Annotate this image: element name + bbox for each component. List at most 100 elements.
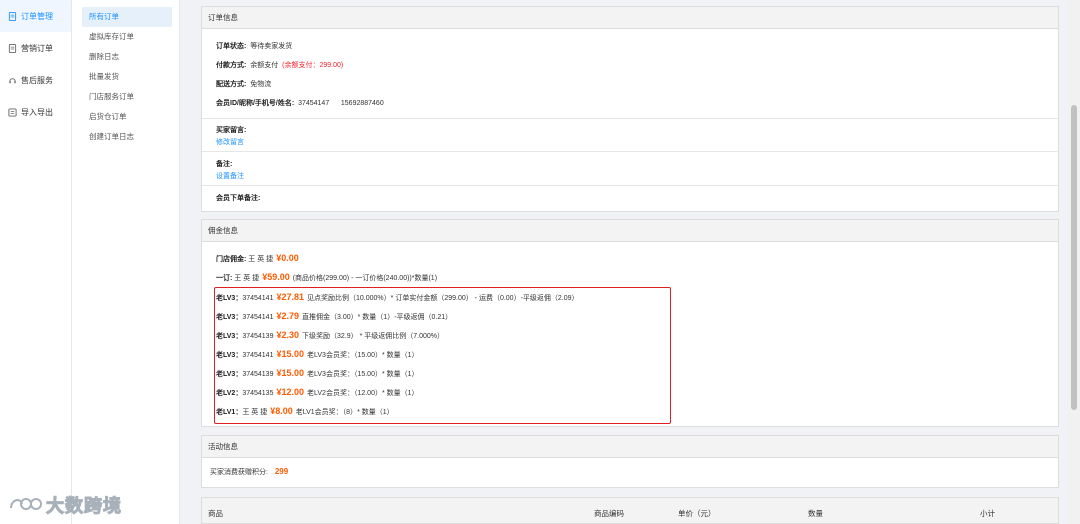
order-status-row: 订单状态: 等待卖家发货 xyxy=(216,41,292,51)
store-commission-name: 王 英 捷 xyxy=(248,256,274,263)
scrollbar[interactable] xyxy=(1068,0,1080,524)
level1-amount: ¥59.00 xyxy=(262,272,290,282)
buyer-message-label: 买家留言: xyxy=(216,127,247,134)
remark-row: 备注: xyxy=(216,159,232,169)
remark-link-row: 设置备注 xyxy=(216,171,244,181)
commission-row: 老LV2： 37454135 ¥12.00 老LV2会员奖：（12.00）* 数… xyxy=(216,387,419,398)
member-phone: 15692887460 xyxy=(340,100,384,107)
member-id: 37454147 xyxy=(298,100,330,107)
payment-row: 付款方式: 余额支付 (余额支付：299.00) xyxy=(216,60,343,70)
sidebar-item-label: 售后服务 xyxy=(21,75,53,85)
divider xyxy=(202,118,1058,119)
commission-row-amount: ¥15.00 xyxy=(276,368,305,378)
commission-row-id: 37454139 xyxy=(242,333,274,340)
commission-row-desc: 老LV2会员奖：（12.00）* 数量（1） xyxy=(307,390,419,397)
commission-row-id: 37454139 xyxy=(242,371,274,378)
watermark-logo-icon xyxy=(10,498,42,510)
subnav-item-store-service[interactable]: 门店服务订单 xyxy=(82,87,172,107)
sidebar-item-label: 导入导出 xyxy=(21,107,53,117)
commission-row-id: 王 英 捷 xyxy=(242,409,268,416)
points-label: 买家消费获赠积分: xyxy=(210,469,268,476)
commission-row-label: 老LV1： xyxy=(216,409,243,416)
set-remark-link[interactable]: 设置备注 xyxy=(216,171,244,181)
order-status-label: 订单状态: xyxy=(216,43,247,50)
watermark: 大数跨境 xyxy=(8,492,122,518)
col-sku: 商品编码 xyxy=(594,509,624,518)
activity-title: 活动信息 xyxy=(202,436,1058,458)
store-commission-row: 门店佣金: 王 英 捷 ¥0.00 xyxy=(216,253,302,264)
level1-desc: (商品价格(299.00) - 一订价格(240.00))*数量(1) xyxy=(292,275,438,282)
commission-row-label: 老LV3： xyxy=(216,333,243,340)
activity-panel: 活动信息 买家消费获赠积分: 299 xyxy=(201,435,1059,488)
subnav-item-virtual-stock[interactable]: 虚拟库存订单 xyxy=(82,27,172,47)
sidebar-item-label: 订单管理 xyxy=(21,11,53,21)
commission-row-label: 老LV3： xyxy=(216,352,243,359)
store-commission-label: 门店佣金: xyxy=(216,256,247,263)
watermark-text: 大数跨境 xyxy=(46,496,122,517)
commission-row-label: 老LV3： xyxy=(216,295,243,302)
payment-value: 余额支付 xyxy=(250,62,279,69)
commission-row-label: 老LV3： xyxy=(216,314,243,321)
commission-row-desc: 见点奖励比例（10.000%）* 订单实付金额（299.00） - 运费（0.0… xyxy=(307,295,579,302)
subnav-item-all-orders[interactable]: 所有订单 xyxy=(82,7,172,27)
member-label: 会员ID/昵称/手机号/姓名: xyxy=(216,100,295,107)
subnav-item-create-log[interactable]: 创建订单日志 xyxy=(82,127,172,147)
order-status-value: 等待卖家发货 xyxy=(250,43,293,50)
doc-list-icon xyxy=(8,43,17,53)
col-quantity: 数量 xyxy=(808,509,823,518)
scroll-thumb[interactable] xyxy=(1071,105,1077,410)
commission-row: 老LV3： 37454139 ¥15.00 老LV3会员奖：（15.00）* 数… xyxy=(216,368,419,379)
remark-label: 备注: xyxy=(216,161,233,168)
commission-row: 老LV3： 37454141 ¥15.00 老LV3会员奖：（15.00）* 数… xyxy=(216,349,419,360)
buyer-message-row: 买家留言: xyxy=(216,125,246,135)
commission-row-amount: ¥15.00 xyxy=(276,349,305,359)
divider xyxy=(202,185,1058,186)
buyer-message-link-row: 修改留言 xyxy=(216,137,244,147)
shipping-value: 免物流 xyxy=(250,81,272,88)
sidebar-item-order-management[interactable]: 订单管理 xyxy=(0,0,71,32)
main-content: 订单信息 订单状态: 等待卖家发货 付款方式: 余额支付 (余额支付：299.0… xyxy=(193,0,1067,524)
commission-row-amount: ¥2.30 xyxy=(276,330,300,340)
commission-row-label: 老LV2： xyxy=(216,390,243,397)
order-info-title: 订单信息 xyxy=(202,7,1058,29)
commission-row-id: 37454141 xyxy=(242,295,274,302)
commission-panel: 佣金信息 门店佣金: 王 英 捷 ¥0.00 一订: 王 英 捷 ¥59.00 … xyxy=(201,219,1059,427)
member-row: 会员ID/昵称/手机号/姓名: 37454147 15692887460 xyxy=(216,98,384,108)
commission-row-id: 37454135 xyxy=(242,390,274,397)
commission-row-desc: 老LV3会员奖：（15.00）* 数量（1） xyxy=(307,371,419,378)
sidebar-item-after-sales[interactable]: 售后服务 xyxy=(0,64,71,96)
sidebar-item-label: 营销订单 xyxy=(21,43,53,53)
member-remark-label: 会员下单备注: xyxy=(216,195,261,202)
level1-commission-row: 一订: 王 英 捷 ¥59.00 (商品价格(299.00) - 一订价格(24… xyxy=(216,272,437,283)
commission-row-desc: 下级奖励（32.9） * 平级返佣比例（7.000%） xyxy=(302,333,444,340)
order-info-panel: 订单信息 订单状态: 等待卖家发货 付款方式: 余额支付 (余额支付：299.0… xyxy=(201,6,1059,212)
subnav-item-delete-log[interactable]: 删除日志 xyxy=(82,47,172,67)
commission-row-id: 37454141 xyxy=(242,314,274,321)
sidebar-item-marketing-orders[interactable]: 营销订单 xyxy=(0,32,71,64)
commission-row-amount: ¥27.81 xyxy=(276,292,305,302)
commission-row-desc: 直推佣金（3.00）* 数量（1）-平级返佣（0.21） xyxy=(302,314,453,321)
subnav-item-warehouse[interactable]: 启货仓订单 xyxy=(82,107,172,127)
payment-label: 付款方式: xyxy=(216,62,247,69)
member-remark-row: 会员下单备注: xyxy=(216,193,260,203)
commission-row-label: 老LV3： xyxy=(216,371,243,378)
commission-row-amount: ¥8.00 xyxy=(270,406,293,416)
sidebar-item-import-export[interactable]: 导入导出 xyxy=(0,96,71,128)
sidebar: 订单管理 营销订单 售后服务 导入导出 xyxy=(0,0,72,524)
store-commission-amount: ¥0.00 xyxy=(276,253,299,263)
col-price: 单价（元） xyxy=(678,509,716,518)
commission-row-id: 37454141 xyxy=(242,352,274,359)
commission-row-amount: ¥12.00 xyxy=(276,387,305,397)
commission-row-desc: 老LV3会员奖：（15.00）* 数量（1） xyxy=(307,352,419,359)
col-subtotal: 小计 xyxy=(980,509,995,518)
subnav: 所有订单 虚拟库存订单 删除日志 批量发货 门店服务订单 启货仓订单 创建订单日… xyxy=(72,0,180,524)
commission-title: 佣金信息 xyxy=(202,220,1058,242)
subnav-item-batch-ship[interactable]: 批量发货 xyxy=(82,67,172,87)
commission-row-desc: 老LV1会员奖：（8）* 数量（1） xyxy=(295,409,394,416)
level1-name: 王 英 捷 xyxy=(234,275,260,282)
commission-row: 老LV3： 37454139 ¥2.30 下级奖励（32.9） * 平级返佣比例… xyxy=(216,330,444,341)
edit-message-link[interactable]: 修改留言 xyxy=(216,137,244,147)
commission-row: 老LV1： 王 英 捷 ¥8.00 老LV1会员奖：（8）* 数量（1） xyxy=(216,406,394,417)
divider xyxy=(202,151,1058,152)
shipping-label: 配送方式: xyxy=(216,81,247,88)
